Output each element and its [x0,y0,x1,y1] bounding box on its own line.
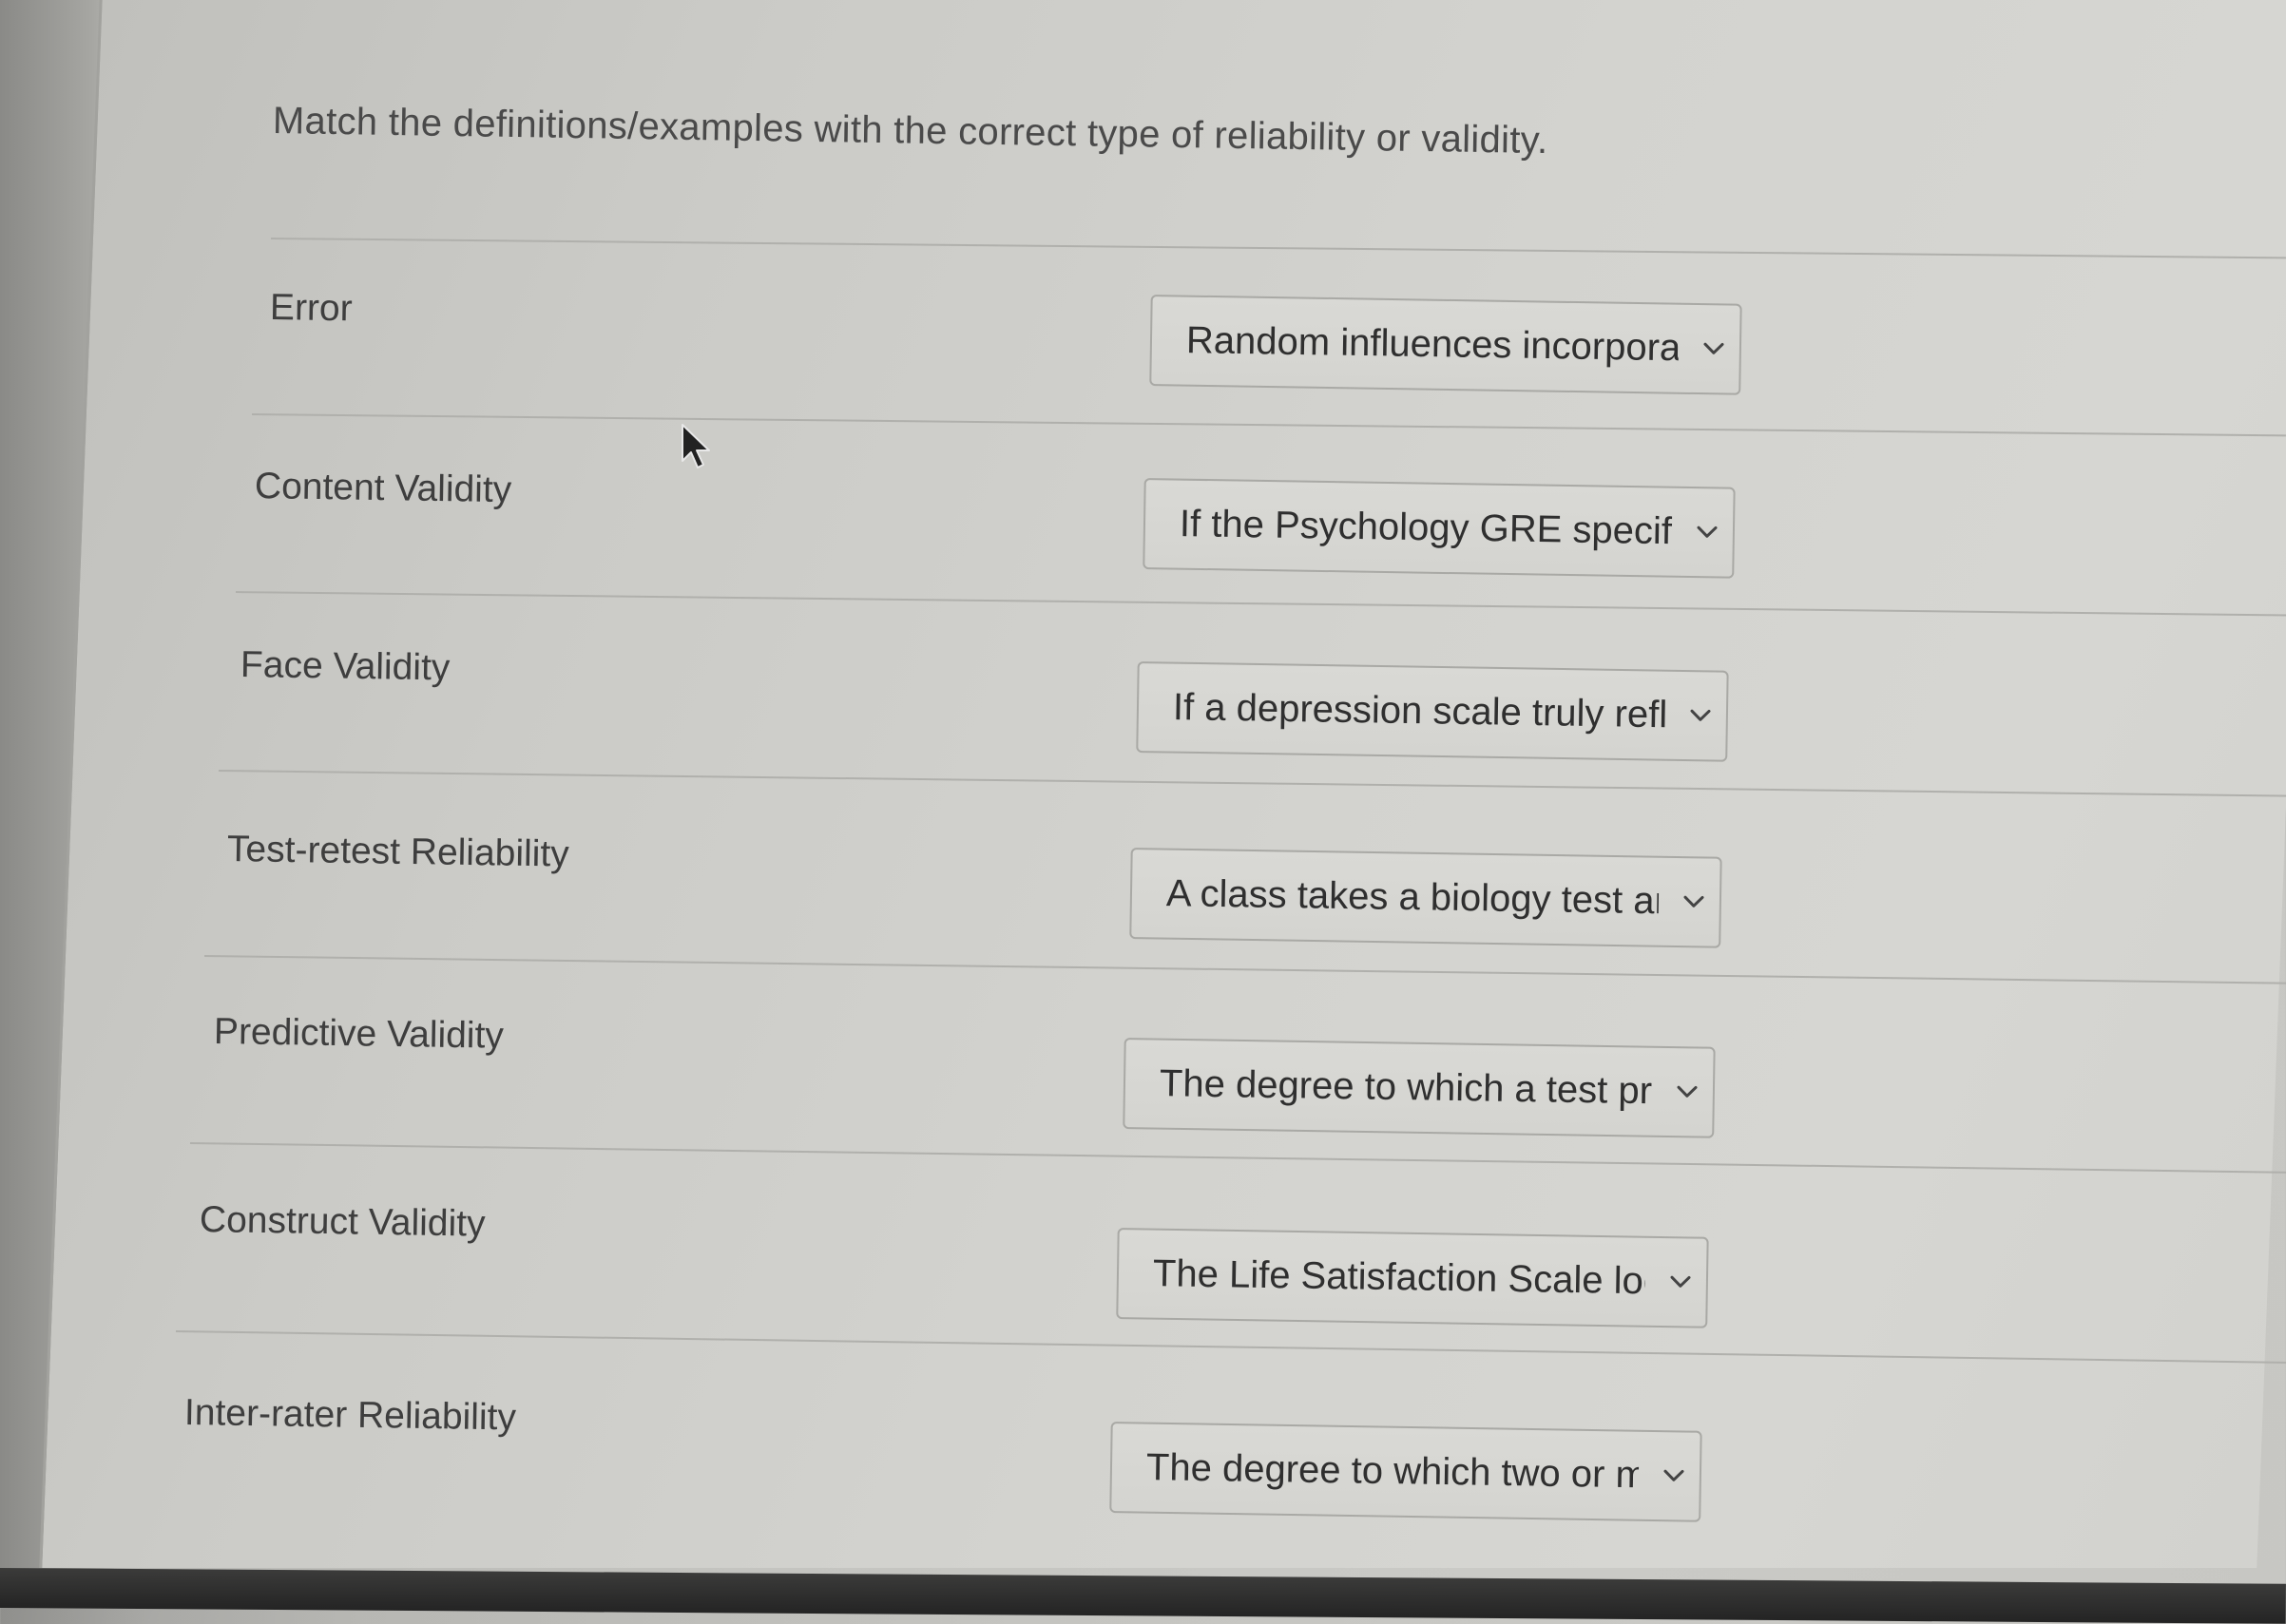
term-inter-rater-reliability: Inter-rater Reliability [183,1392,517,1439]
chevron-down-icon [1663,1469,1684,1481]
answer-dropdown-face-validity[interactable]: If a depression scale truly refle [1136,661,1729,762]
chevron-down-icon [1690,709,1711,721]
chevron-down-icon [1683,895,1704,908]
term-error: Error [269,287,354,330]
answer-dropdown-content-validity[interactable]: If the Psychology GRE specific [1143,478,1736,579]
dropdown-value: A class takes a biology test an [1165,872,1660,923]
dropdown-value: Random influences incorporat [1185,319,1680,370]
mouse-pointer-icon [682,424,710,468]
chevron-down-icon [1677,1085,1698,1098]
term-face-validity: Face Validity [240,644,451,689]
term-content-validity: Content Validity [254,466,512,511]
chevron-down-icon [1697,525,1718,538]
answer-dropdown-test-retest-reliability[interactable]: A class takes a biology test an [1129,848,1722,948]
chevron-down-icon [1670,1275,1691,1288]
dropdown-value: The degree to which a test pre [1159,1062,1653,1113]
dropdown-value: If the Psychology GRE specific [1179,503,1673,553]
answer-dropdown-construct-validity[interactable]: The Life Satisfaction Scale loo [1116,1228,1709,1328]
dropdown-value: The Life Satisfaction Scale loo [1152,1252,1646,1303]
screen-bottom-edge [0,1568,2286,1624]
answer-dropdown-predictive-validity[interactable]: The degree to which a test pre [1123,1038,1716,1138]
term-predictive-validity: Predictive Validity [213,1011,505,1057]
answer-dropdown-inter-rater-reliability[interactable]: The degree to which two or m [1109,1422,1702,1522]
term-test-retest-reliability: Test-retest Reliability [226,829,570,875]
chevron-down-icon [1703,342,1724,354]
dropdown-value: The degree to which two or m [1145,1446,1640,1497]
answer-dropdown-error[interactable]: Random influences incorporat [1149,295,1742,395]
dropdown-value: If a depression scale truly refle [1172,686,1666,736]
term-construct-validity: Construct Validity [199,1199,486,1245]
